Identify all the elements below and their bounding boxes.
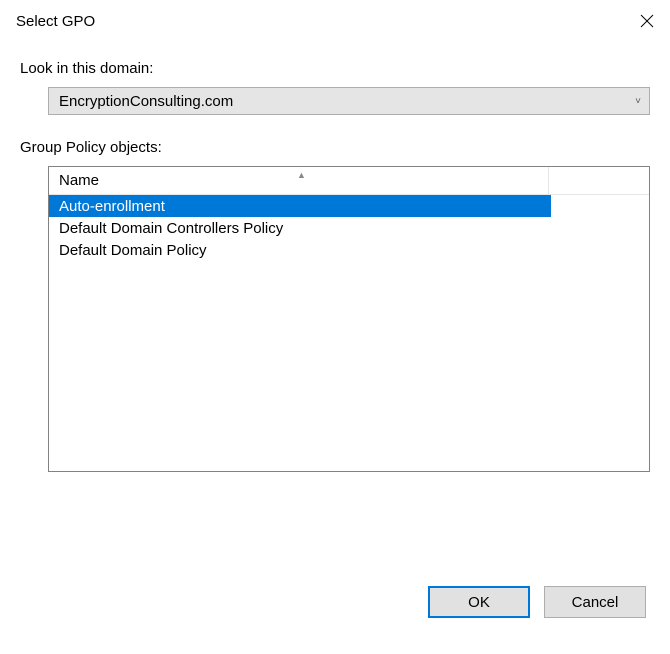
list-item[interactable]: Default Domain Controllers Policy <box>49 217 551 239</box>
list-item-label: Auto-enrollment <box>59 198 165 215</box>
window-title: Select GPO <box>16 13 95 30</box>
sort-up-icon: ▲ <box>297 170 306 180</box>
domain-dropdown[interactable]: EncryptionConsulting.com ˅ <box>48 87 650 115</box>
gpo-label: Group Policy objects: <box>20 139 650 156</box>
list-item[interactable]: Default Domain Policy <box>49 239 551 261</box>
list-item[interactable]: Auto-enrollment <box>49 195 551 217</box>
domain-dropdown-value: EncryptionConsulting.com <box>59 93 233 110</box>
dialog-content: Look in this domain: EncryptionConsultin… <box>0 42 670 472</box>
close-button[interactable] <box>624 0 670 42</box>
list-item-label: Default Domain Controllers Policy <box>59 220 283 237</box>
titlebar: Select GPO <box>0 0 670 42</box>
chevron-down-icon: ˅ <box>635 96 641 107</box>
cancel-button[interactable]: Cancel <box>544 586 646 618</box>
list-item-label: Default Domain Policy <box>59 242 207 259</box>
gpo-listbox[interactable]: Name ▲ Auto-enrollment Default Domain Con… <box>48 166 650 472</box>
domain-label: Look in this domain: <box>20 60 650 77</box>
list-header[interactable]: Name ▲ <box>49 167 649 195</box>
ok-button[interactable]: OK <box>428 586 530 618</box>
button-row: OK Cancel <box>428 586 646 618</box>
close-icon <box>640 14 654 28</box>
